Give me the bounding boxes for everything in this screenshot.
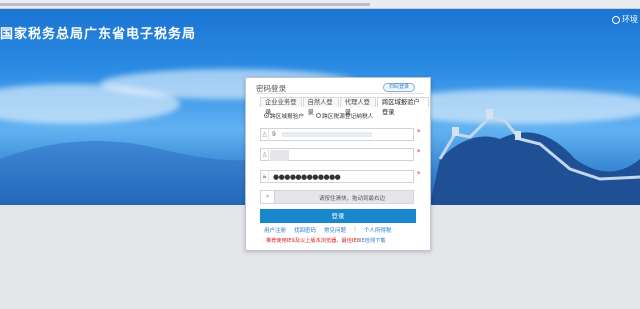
account-input[interactable]: ♙ 9 [260,128,414,141]
radio-dot-selected [264,113,269,118]
settings-icon [612,15,620,24]
required-mark: * [417,170,421,178]
notice-text: 推荐使用IE9及以上版本浏览器，最佳IE8 [266,238,361,244]
radio-cross-region-source[interactable]: 跨区税源登记纳税人 [316,111,373,120]
slider-hint: 请按住滑块，拖动到最右边 [319,196,386,202]
register-link[interactable]: 用户注册 [264,226,286,234]
browser-top-strip [0,0,640,9]
divider [256,93,424,94]
redacted-box [270,150,289,161]
top-right-label: 环境 [622,15,638,24]
personal-income-tax-link[interactable]: 个人所得税 [364,226,392,234]
lock-icon: 🔒︎ [261,170,269,183]
forgot-password-link[interactable]: 找回密码 [294,226,316,234]
required-mark: * [417,128,421,136]
address-bar [0,3,370,6]
required-mark: * [417,148,421,156]
radio-cross-region[interactable]: 跨区域报验户 [264,111,304,120]
slider-handle[interactable]: » [261,191,275,203]
faq-link[interactable]: 常见问题 [324,226,346,234]
radio-dot [316,113,322,118]
radio-label: 跨区税源登记纳税人 [322,114,374,120]
taxpayer-type-radios: 跨区域报验户 跨区税源登记纳税人 [264,111,373,120]
account-prefix: 9 [272,131,276,138]
user-icon: ♙ [261,128,269,141]
tab-cross-region-login[interactable]: 跨区域报验户登录 [377,97,429,116]
tab-agent-login[interactable]: 代理人登录 [339,97,376,116]
qr-login-switch[interactable]: 扫码登录 [383,83,416,92]
password-mask: ●●●●●●●●●●●● [273,172,341,181]
tab-natural-person-login[interactable]: 自然人登录 [302,97,339,116]
login-tabs: 企业业务登录 自然人登录 代理人登录 跨区域报验户登录 [260,97,430,116]
user-icon: ♙ [261,148,269,161]
account-value-redacted [281,132,372,137]
password-input[interactable]: 🔒︎ ●●●●●●●●●●●● [260,170,414,183]
login-card: 密码登录 扫码登录 企业业务登录 自然人登录 代理人登录 跨区域报验户登录 跨区… [245,77,431,251]
radio-label: 跨区域报验户 [270,114,305,120]
tab-enterprise-login[interactable]: 企业业务登录 [260,97,302,116]
login-button[interactable]: 登录 [260,209,416,223]
helper-links: 用户注册 找回密码 常见问题 | 个人所得税 [264,226,391,234]
ie-check-link[interactable]: IE检测下载 [360,238,386,244]
link-separator: | [354,226,356,232]
top-right-link[interactable]: 环境 [612,14,638,25]
site-title: 国家税务总局广东省电子税务局 [0,27,197,42]
browser-notice: 推荐使用IE9及以上版本浏览器，最佳IE8IE检测下载 [266,237,386,244]
slider-captcha[interactable]: » 请按住滑块，拖动到最右边 [260,190,414,204]
